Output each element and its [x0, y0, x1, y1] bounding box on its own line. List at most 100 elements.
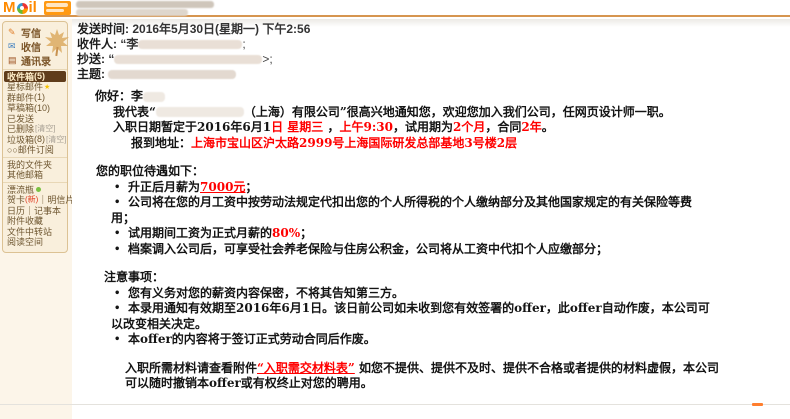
offer-term-item: •试用期间工资为正式月薪的80%； [77, 226, 737, 242]
bullet-icon: • [114, 301, 128, 317]
cc-row: 抄送: “>; [77, 52, 310, 67]
compose-contacts-button[interactable]: ▤通讯录 [3, 53, 67, 67]
text-run: 你好：李 [95, 89, 143, 103]
text-run: 档案调入公司后，可享受社会养老保险与住房公积金，公司将从工资中代扣个人应缴部分； [128, 242, 608, 256]
bullet-icon: • [114, 332, 128, 348]
text-run: 入职所需材料请查看附件 [125, 361, 257, 375]
star-icon: ★ [44, 83, 50, 91]
bottom-divider [0, 404, 790, 405]
compose-receive-button[interactable]: ✉收信 [3, 39, 67, 53]
final-paragraph-line2: 可以随时撤销本offer或有权终止对您的聘用。 [125, 376, 737, 392]
sidebar-app-item[interactable]: 阅读空间 [3, 237, 67, 248]
text-run: 如您不提供、提供不及时、提供不合格或者提供的材料虚假，本公司 [355, 361, 719, 375]
compose-label: 收信 [21, 39, 41, 54]
cc-label: 抄送: [77, 52, 105, 66]
text-run: 试用期间工资为正式月薪的 [128, 226, 272, 240]
redacted-cc [114, 55, 262, 64]
top-bar: M il [0, 0, 790, 17]
empty-folder-link[interactable]: [清空] [35, 123, 55, 134]
recipient-suffix: ; [242, 37, 245, 51]
sidebar-folder-item[interactable]: ○○邮件订阅 [3, 145, 67, 156]
redacted-account-name [76, 1, 214, 8]
redacted-badge-subtext [46, 9, 64, 12]
bullet-text: 升正后月薪为7000元； [128, 180, 257, 196]
recipient-name-prefix: “李 [120, 37, 138, 51]
offer-term-item: •档案调入公司后，可享受社会养老保险与住房公积金，公司将从工资中代扣个人应缴部分… [77, 242, 737, 258]
green-dot-icon [36, 187, 41, 192]
bullet-icon: • [114, 195, 128, 211]
text-run: ； [245, 180, 257, 194]
mail-logo: M il [3, 0, 37, 16]
text-run: 升正后月薪为 [128, 180, 200, 194]
note-item: •您有义务对您的薪资内容保密，不将其告知第三方。 [77, 286, 737, 302]
logo-letter-m: M [3, 0, 16, 16]
unread-count: (1) [34, 92, 45, 102]
intro-paragraph: 我代表“（上海）有限公司”很高兴地通知您，欢迎您加入我们公司，任网页设计师一职。 [113, 105, 737, 121]
scrollbar-thumb[interactable] [752, 403, 763, 406]
sent-time-row: 发送时间: 2016年5月30日(星期一) 下午2:56 [77, 22, 310, 37]
unread-count: (10) [34, 103, 50, 113]
redacted-subject [108, 70, 236, 79]
sent-time-label: 发送时间: [77, 22, 129, 36]
bullet-text: 本offer的内容将于签订正式劳动合同后作废。 [128, 332, 376, 348]
redacted-recipient [138, 40, 242, 49]
final-paragraph-line1: 入职所需材料请查看附件“入职需交材料表” 如您不提供、提供不及时、提供不合格或者… [125, 361, 737, 377]
folder-label: 阅读空间 [7, 235, 43, 248]
redacted-header-links[interactable] [76, 9, 188, 16]
compose-section: ✎写信✉收信▤通讯录 [3, 24, 67, 69]
start-date-paragraph: 入职日期暂定于2016年6月1日 星期三 ，上午9:30，试用期为2个月，合同2… [113, 120, 737, 136]
bullet-text: 档案调入公司后，可享受社会养老保险与住房公积金，公司将从工资中代扣个人应缴部分； [128, 242, 608, 258]
text-run: 上午9:30 [339, 120, 392, 134]
sent-time-value: 2016年5月30日(星期一) 下午2:56 [132, 22, 310, 36]
sidebar-my-folder-item[interactable]: 其他邮箱 [3, 170, 67, 181]
text-run: 2个月 [453, 120, 485, 134]
bullet-text: 您有义务对您的薪资内容保密，不将其告知第三方。 [128, 286, 404, 302]
text-run: 报到地址： [131, 136, 191, 150]
cc-suffix: >; [262, 52, 272, 66]
text-run: 本offer的内容将于签订正式劳动合同后作废。 [128, 332, 376, 346]
sidebar-box: ✎写信✉收信▤通讯录 收件箱(5)星标邮件★群邮件(1)草稿箱(10)已发送已删… [2, 21, 68, 253]
report-address-paragraph: 报到地址：上海市宝山区沪太路2999号上海国际研发总部基地3号楼2层 [131, 136, 737, 152]
subject-row: 主题: [77, 67, 310, 82]
inbox-mail-icon: ✉ [8, 41, 19, 52]
bullet-icon: • [114, 226, 128, 242]
offer-term-item: •公司将在您的月工资中按劳动法规定代扣出您的个人所得税的个人缴纳部分及其他国家规… [77, 195, 737, 211]
recipient-row: 收件人: “李; [77, 37, 310, 52]
redacted-text [143, 92, 165, 102]
attachment-link[interactable]: “入职需交材料表” [257, 361, 355, 375]
folder-label: 其他邮箱 [7, 168, 43, 181]
contacts-icon: ▤ [8, 55, 19, 66]
folders-section: 收件箱(5)星标邮件★群邮件(1)草稿箱(10)已发送已删除[清空]垃圾箱(8)… [3, 69, 67, 157]
offer-term-item-continued: 用； [111, 211, 737, 227]
sidebar: ✎写信✉收信▤通讯录 收件箱(5)星标邮件★群邮件(1)草稿箱(10)已发送已删… [0, 19, 72, 419]
logo-badge [44, 1, 71, 15]
text-run: 7000元 [200, 180, 245, 194]
redacted-text [156, 107, 244, 117]
offer-term-item: •升正后月薪为7000元； [77, 180, 737, 196]
text-run: （上海）有限公司”很高兴地通知您，欢迎您加入我们公司，任网页设计师一职。 [244, 105, 671, 119]
mail-meta: 发送时间: 2016年5月30日(星期一) 下午2:56 收件人: “李; 抄送… [77, 22, 310, 82]
bullet-icon: • [114, 242, 128, 258]
text-run: 上海市宝山区沪太路2999号上海国际研发总部基地3号楼2层 [191, 136, 517, 150]
text-run: 日 星期三 [271, 120, 323, 134]
text-run: 可以随时撤销本offer或有权终止对您的聘用。 [125, 376, 373, 390]
text-run: ； [300, 226, 312, 240]
bullet-text: 公司将在您的月工资中按劳动法规定代扣出您的个人所得税的个人缴纳部分及其他国家规定… [128, 195, 692, 211]
text-run: 公司将在您的月工资中按劳动法规定代扣出您的个人所得税的个人缴纳部分及其他国家规定… [128, 195, 692, 209]
compose-write-button[interactable]: ✎写信 [3, 25, 67, 39]
bullet-text: 本录用通知有效期至2016年6月1日。该日前公司如未收到您有效签署的offer，… [128, 301, 710, 317]
logo-letter-il: il [29, 0, 37, 16]
mail-reading-pane: 发送时间: 2016年5月30日(星期一) 下午2:56 收件人: “李; 抄送… [72, 19, 790, 419]
greeting-line: 你好：李 [95, 89, 737, 105]
mail-body: 你好：李我代表“（上海）有限公司”很高兴地通知您，欢迎您加入我们公司，任网页设计… [77, 89, 737, 392]
text-run: 本录用通知有效期至2016年6月1日。该日前公司如未收到您有效签署的offer，… [128, 301, 710, 315]
redacted-badge-text [46, 3, 68, 7]
text-run: 80% [272, 226, 300, 240]
text-run: 2年 [521, 120, 541, 134]
recipient-label: 收件人: [77, 37, 117, 51]
notes-heading: 注意事项： [104, 270, 737, 286]
logo-color-wheel-icon [17, 3, 28, 14]
text-run: 您有义务对您的薪资内容保密，不将其告知第三方。 [128, 286, 404, 300]
my-folders-section: 我的文件夹其他邮箱 [3, 157, 67, 182]
bullet-icon: • [114, 180, 128, 196]
